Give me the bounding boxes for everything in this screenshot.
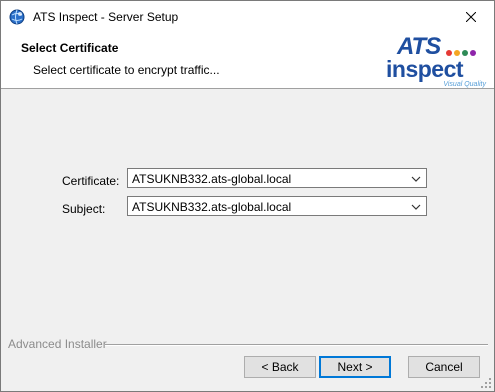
installer-globe-icon [9, 9, 25, 25]
brand-label: Advanced Installer [8, 337, 107, 351]
close-button[interactable] [448, 1, 494, 32]
setup-window: ATS Inspect - Server Setup Select Certif… [0, 0, 495, 392]
certificate-label: Certificate: [62, 174, 120, 188]
footer-divider [105, 344, 488, 346]
logo-dot-purple [470, 50, 476, 56]
subject-label: Subject: [62, 202, 106, 216]
subject-select[interactable]: ATSUKNB332.ats-global.local [127, 196, 427, 216]
chevron-down-icon [411, 176, 421, 182]
logo-inspect-text: inspect [386, 56, 464, 82]
certificate-value: ATSUKNB332.ats-global.local [132, 172, 292, 186]
title-bar[interactable]: ATS Inspect - Server Setup [1, 1, 494, 32]
resize-grip-icon[interactable] [480, 377, 492, 389]
logo-tagline: Visual Quality [443, 81, 486, 88]
certificate-select[interactable]: ATSUKNB332.ats-global.local [127, 168, 427, 188]
subject-value: ATSUKNB332.ats-global.local [132, 200, 292, 214]
ats-inspect-logo: ATS inspect Visual Quality [386, 34, 486, 88]
chevron-down-icon [411, 204, 421, 210]
page-title: Select Certificate [21, 41, 119, 55]
window-title: ATS Inspect - Server Setup [33, 10, 179, 24]
page-subtitle: Select certificate to encrypt traffic... [33, 63, 220, 77]
close-icon [466, 11, 476, 22]
cancel-button[interactable]: Cancel [408, 356, 480, 378]
next-button[interactable]: Next > [319, 356, 391, 378]
back-button[interactable]: < Back [244, 356, 316, 378]
header-banner: Select Certificate Select certificate to… [1, 32, 494, 89]
